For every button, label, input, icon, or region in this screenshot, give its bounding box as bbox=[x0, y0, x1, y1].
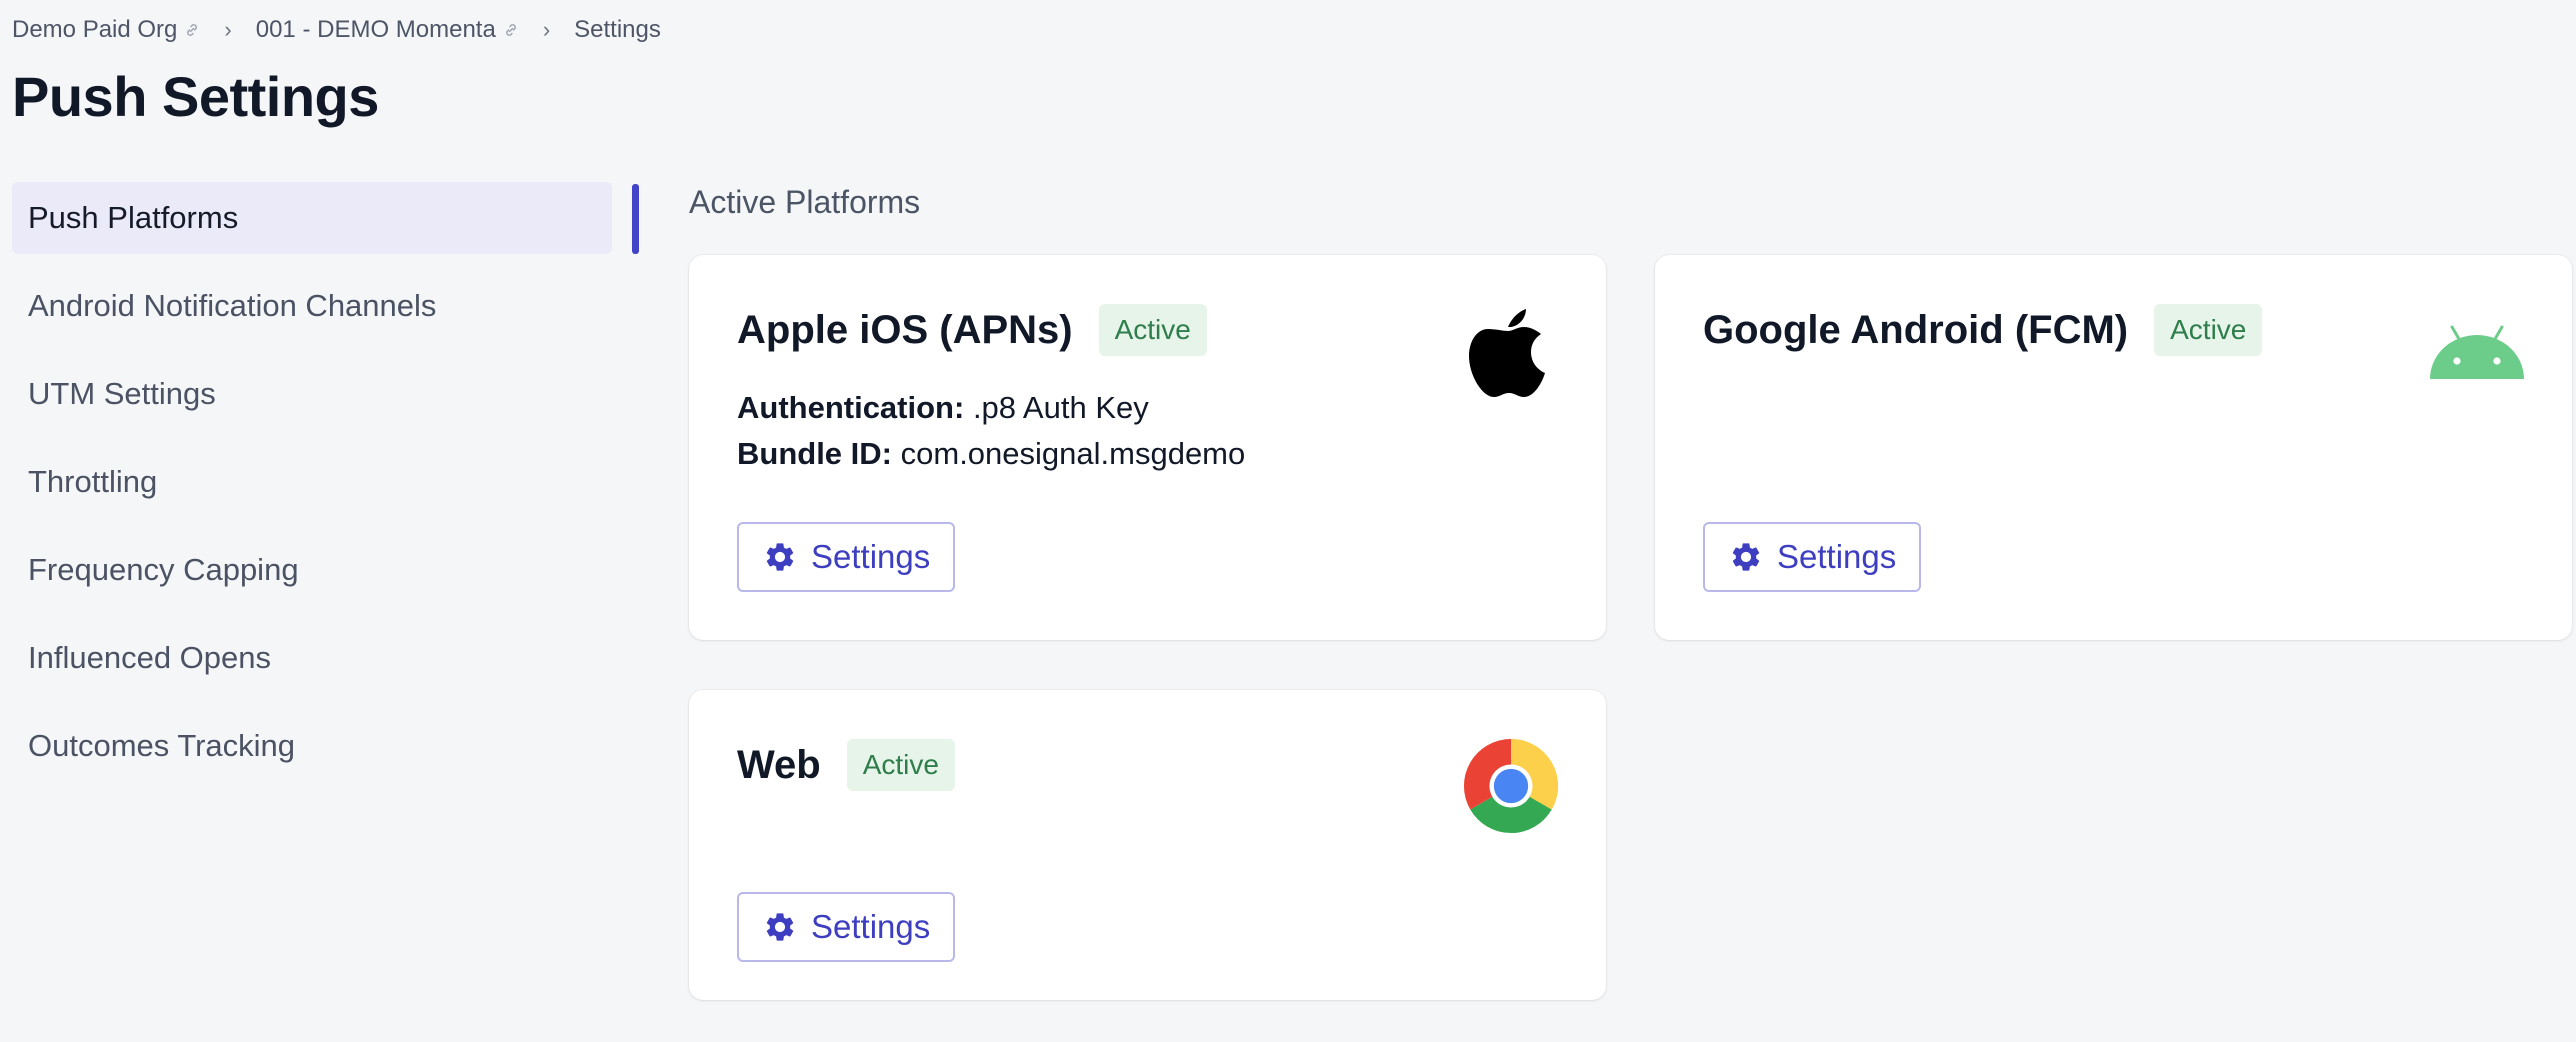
card-details: Authentication: .p8 Auth Key Bundle ID: … bbox=[737, 385, 1245, 477]
sidebar-item-utm-settings[interactable]: UTM Settings bbox=[12, 358, 612, 430]
gear-icon bbox=[766, 543, 794, 571]
platform-card-ios: Apple iOS (APNs) Active Authentication: … bbox=[689, 255, 1606, 640]
breadcrumb-app-label[interactable]: 001 - DEMO Momenta bbox=[256, 16, 496, 44]
section-heading: Active Platforms bbox=[689, 184, 921, 220]
sidebar-item-android-notification-channels[interactable]: Android Notification Channels bbox=[12, 270, 612, 342]
platform-card-android: Google Android (FCM) Active Settings bbox=[1655, 255, 2572, 640]
breadcrumb-org[interactable]: Demo Paid Org bbox=[12, 16, 200, 44]
card-title: Web bbox=[737, 742, 821, 787]
sidebar-item-frequency-capping[interactable]: Frequency Capping bbox=[12, 534, 612, 606]
breadcrumb-org-label[interactable]: Demo Paid Org bbox=[12, 16, 177, 44]
page-title: Push Settings bbox=[12, 65, 379, 128]
card-header: Apple iOS (APNs) Active bbox=[737, 304, 1207, 356]
detail-key: Bundle ID: bbox=[737, 436, 892, 471]
apple-logo-icon bbox=[1469, 309, 1545, 397]
status-badge: Active bbox=[2154, 304, 2263, 356]
android-logo-icon bbox=[2430, 325, 2524, 379]
link-icon bbox=[505, 24, 516, 36]
button-label[interactable]: Settings bbox=[1777, 538, 1896, 576]
gear-icon bbox=[766, 913, 794, 941]
status-badge: Active bbox=[1098, 304, 1207, 356]
button-label[interactable]: Settings bbox=[811, 908, 930, 946]
breadcrumb-separator: › bbox=[542, 17, 551, 42]
sidebar-item-influenced-opens[interactable]: Influenced Opens bbox=[12, 622, 612, 694]
card-title: Google Android (FCM) bbox=[1703, 307, 2129, 352]
link-icon bbox=[187, 24, 198, 36]
detail-row: Bundle ID: com.onesignal.msgdemo bbox=[737, 431, 1245, 477]
platform-card-web: Web Active Settings bbox=[689, 690, 1606, 1000]
detail-value: com.onesignal.msgdemo bbox=[900, 436, 1246, 471]
card-title: Apple iOS (APNs) bbox=[737, 307, 1073, 352]
web-settings-button[interactable]: Settings bbox=[737, 892, 955, 962]
breadcrumb-separator: › bbox=[224, 17, 232, 42]
chrome-logo-icon bbox=[1463, 738, 1559, 834]
breadcrumb-app[interactable]: 001 - DEMO Momenta bbox=[256, 16, 519, 44]
gear-icon bbox=[1732, 543, 1760, 571]
card-header: Google Android (FCM) Active bbox=[1703, 304, 2263, 356]
card-header: Web Active bbox=[737, 739, 955, 791]
sidebar-item-push-platforms[interactable]: Push Platforms bbox=[12, 182, 612, 254]
sidebar-item-outcomes-tracking[interactable]: Outcomes Tracking bbox=[12, 710, 612, 782]
breadcrumb: Demo Paid Org › 001 - DEMO Momenta › Set… bbox=[12, 16, 661, 44]
status-badge: Active bbox=[846, 739, 955, 791]
settings-sidebar: Push Platforms Android Notification Chan… bbox=[12, 182, 642, 798]
sidebar-item-throttling[interactable]: Throttling bbox=[12, 446, 612, 518]
detail-key: Authentication: bbox=[737, 390, 965, 425]
detail-row: Authentication: .p8 Auth Key bbox=[737, 385, 1245, 431]
active-indicator bbox=[632, 184, 639, 254]
button-label[interactable]: Settings bbox=[811, 538, 930, 576]
android-settings-button[interactable]: Settings bbox=[1703, 522, 1921, 592]
breadcrumb-current: Settings bbox=[574, 16, 661, 43]
ios-settings-button[interactable]: Settings bbox=[737, 522, 955, 592]
detail-value: .p8 Auth Key bbox=[972, 390, 1149, 425]
